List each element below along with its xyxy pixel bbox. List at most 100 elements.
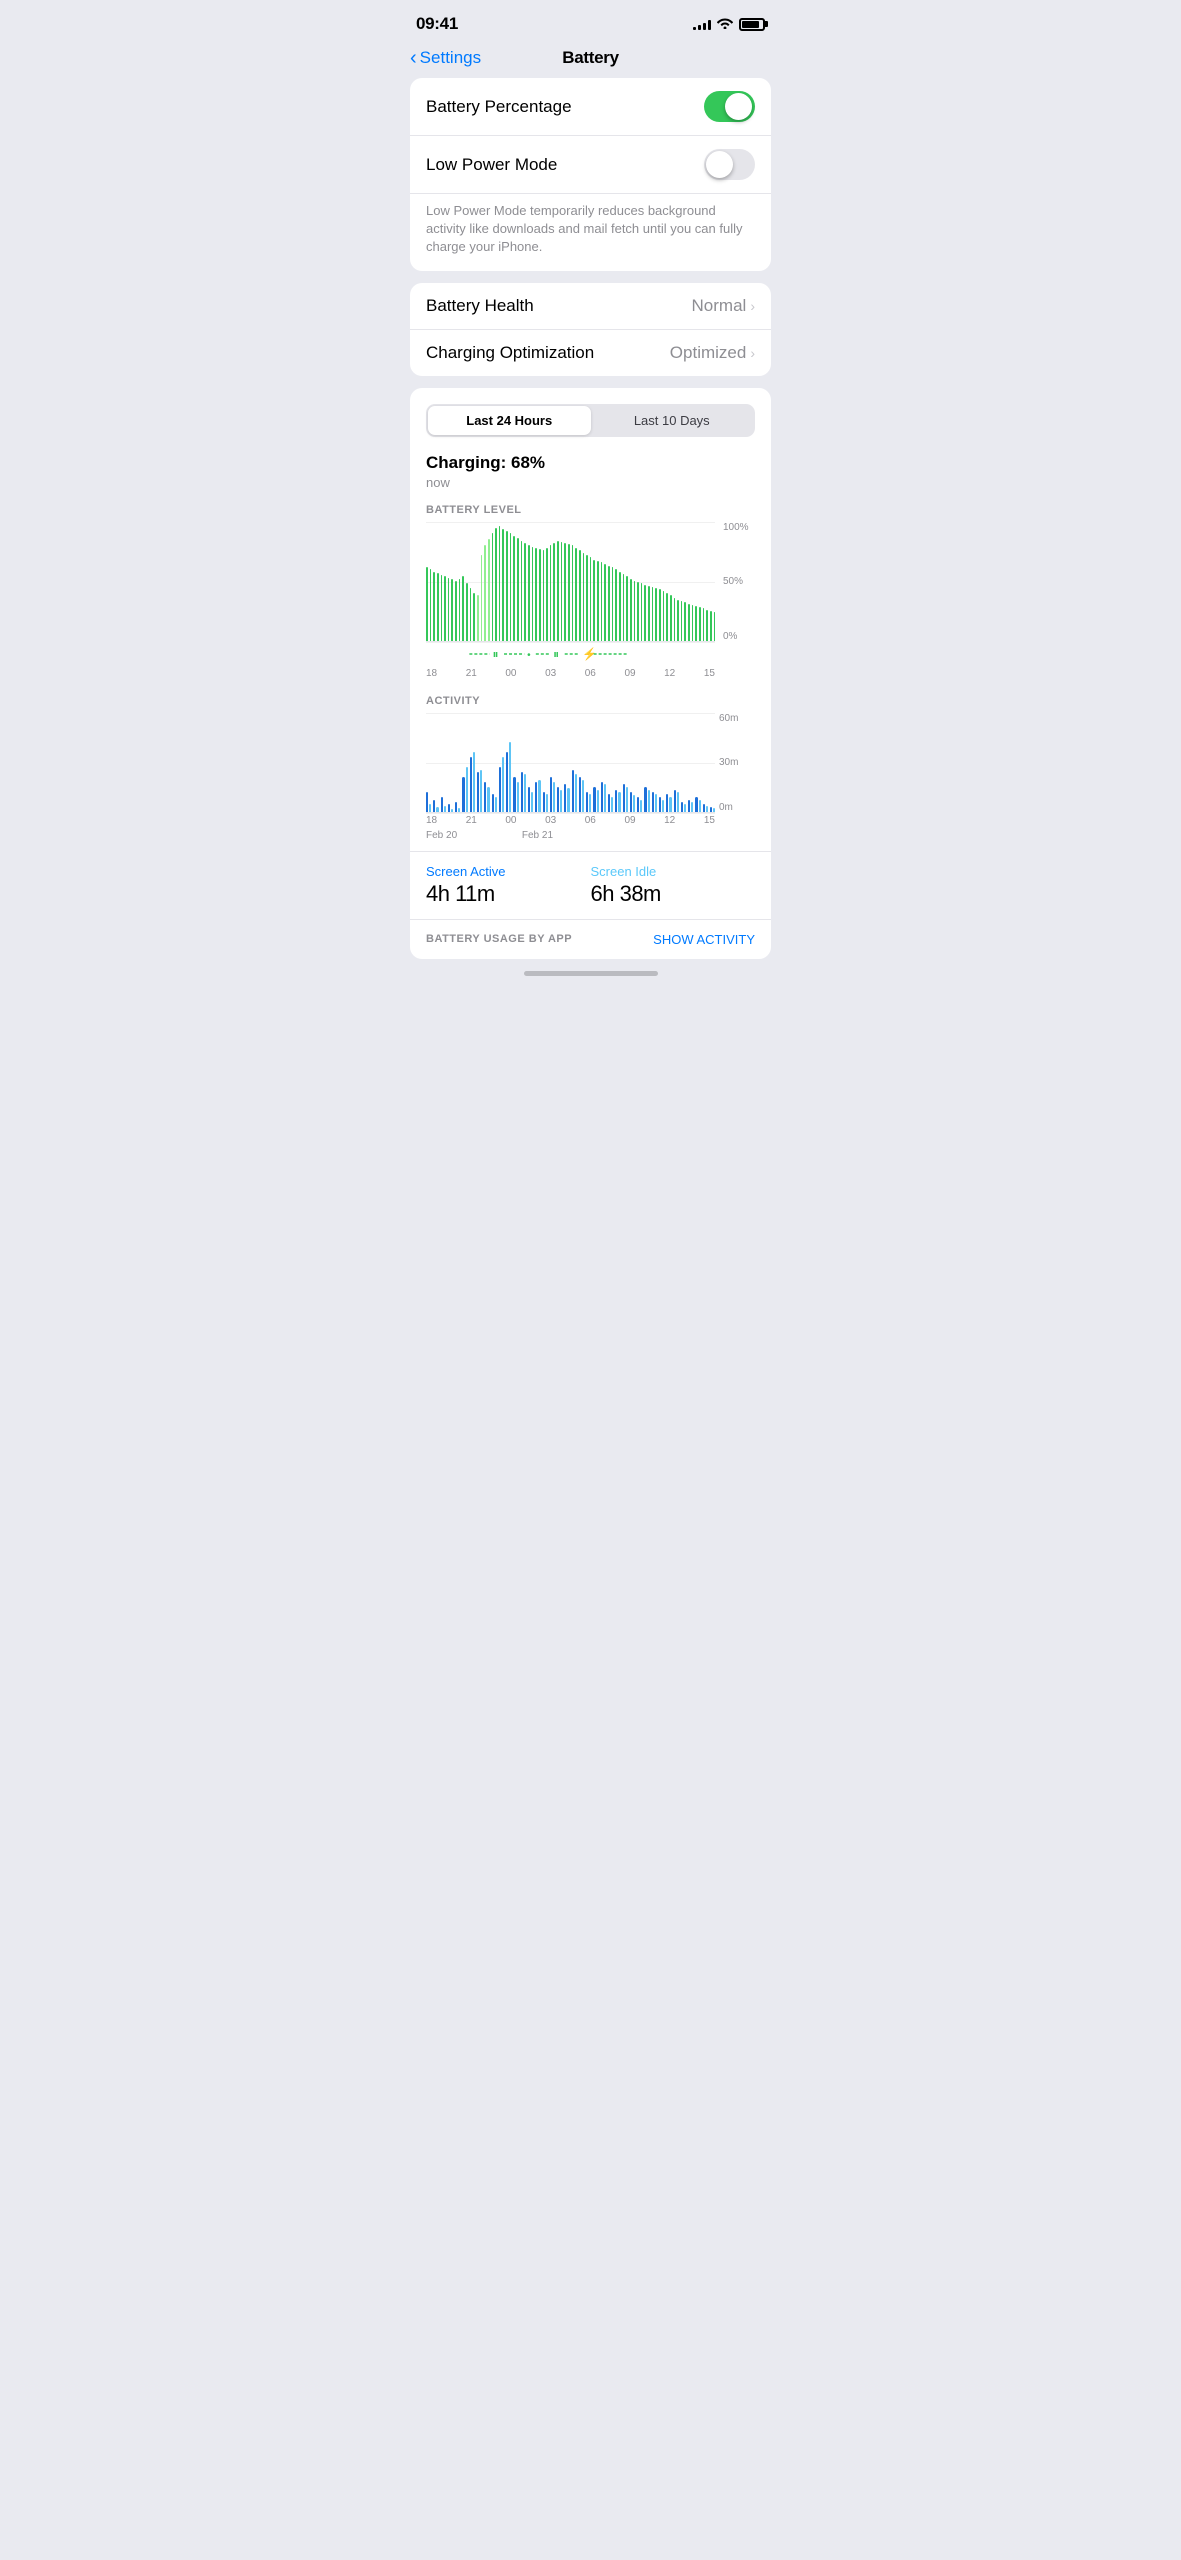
home-indicator [524,971,658,976]
battery-bar [561,542,563,641]
activity-bar-light [626,787,628,812]
segment-24h[interactable]: Last 24 Hours [428,406,591,435]
segment-10d[interactable]: Last 10 Days [591,406,754,435]
activity-bar-light [480,770,482,812]
battery-bar [659,589,661,640]
battery-bar [459,579,461,641]
activity-bar-dark [579,777,581,812]
battery-bar [433,572,435,641]
activity-x-axis: 18 21 00 03 06 09 12 15 [426,813,715,830]
activity-bar-light [691,802,693,812]
battery-percentage-toggle[interactable] [704,91,755,122]
activity-bar-group [659,713,664,812]
battery-bar [502,529,504,641]
screen-idle-value: 6h 38m [591,881,756,907]
activity-bar-light [669,797,671,812]
activity-bar-light [560,790,562,812]
battery-bar [495,528,497,641]
x-label-12: 12 [664,668,675,679]
activity-bar-group [513,713,518,812]
activity-bar-dark [695,797,697,812]
activity-bar-light [582,780,584,812]
battery-bar [579,550,581,640]
chart-card: Last 24 Hours Last 10 Days Charging: 68%… [410,388,771,959]
battery-bar [706,610,708,641]
battery-bar [426,567,428,641]
activity-bar-group [586,713,591,812]
activity-bar-group [550,713,555,812]
battery-bar [532,547,534,641]
activity-bar-dark [492,794,494,812]
charging-indicators: ⏸ • ⏸ ⚡ [426,642,715,666]
battery-percentage-row[interactable]: Battery Percentage [410,78,771,136]
svg-text:•: • [527,650,531,661]
activity-bars-area [426,713,715,813]
activity-bar-light [567,788,569,812]
battery-bar [528,545,530,640]
battery-bar [572,545,574,640]
battery-bar [499,526,501,640]
battery-status-icon [739,18,765,31]
activity-bar-group [462,713,467,812]
activity-bar-group [579,713,584,812]
segment-control[interactable]: Last 24 Hours Last 10 Days [426,404,755,437]
battery-percentage-label: Battery Percentage [426,97,572,117]
low-power-mode-toggle[interactable] [704,149,755,180]
activity-bar-group [572,713,577,812]
activity-bar-light [648,790,650,812]
low-power-mode-row[interactable]: Low Power Mode [410,136,771,194]
activity-bar-dark [462,777,464,812]
activity-bar-group [608,713,613,812]
battery-bar [521,541,523,641]
activity-bar-group [506,713,511,812]
battery-bar [648,586,650,641]
x-label-18: 18 [426,668,437,679]
battery-health-row[interactable]: Battery Health Normal › [410,283,771,330]
date-feb21: Feb 21 [522,830,553,841]
activity-section: ACTIVITY 60m 30m 0m 18 21 00 03 06 09 1 [410,679,771,851]
screen-active-label: Screen Active [426,864,591,879]
charging-optimization-row[interactable]: Charging Optimization Optimized › [410,330,771,376]
activity-bar-group [703,713,708,812]
status-icons [693,16,765,32]
battery-bar [506,531,508,640]
activity-bar-dark [426,792,428,812]
activity-bar-dark [666,794,668,812]
screen-idle-stat: Screen Idle 6h 38m [591,864,756,907]
activity-bar-group [652,713,657,812]
battery-bar [583,553,585,641]
battery-bar [663,591,665,641]
activity-bar-dark [652,792,654,812]
battery-bar [630,579,632,641]
main-content: Battery Percentage Low Power Mode Low Po… [394,78,787,959]
battery-bar [441,575,443,640]
activity-bar-dark [593,787,595,812]
activity-bar-dark [674,790,676,812]
wifi-icon [717,16,733,32]
battery-bar [688,604,690,641]
activity-bar-dark [477,772,479,812]
show-activity-button[interactable]: SHOW ACTIVITY [653,932,755,947]
activity-bar-dark [499,767,501,812]
battery-bar [714,612,716,641]
activity-bar-group [674,713,679,812]
battery-bar [590,557,592,640]
activity-bar-group [499,713,504,812]
activity-bar-light [466,767,468,812]
battery-bar [510,533,512,640]
activity-bar-light [458,808,460,812]
battery-bar [568,544,570,640]
battery-y-labels: 100% 50% 0% [719,522,755,642]
activity-bar-dark [637,797,639,812]
battery-bar [604,564,606,640]
activity-bar-light [429,804,431,812]
back-button[interactable]: ‹ Settings [410,48,481,68]
activity-bar-dark [506,752,508,811]
signal-icon [693,18,711,30]
screen-idle-label: Screen Idle [591,864,756,879]
activity-bar-dark [521,772,523,812]
activity-bar-dark [710,807,712,812]
activity-y-labels: 60m 30m 0m [719,713,755,813]
y-label-50: 50% [723,576,755,587]
activity-bar-light [706,806,708,812]
